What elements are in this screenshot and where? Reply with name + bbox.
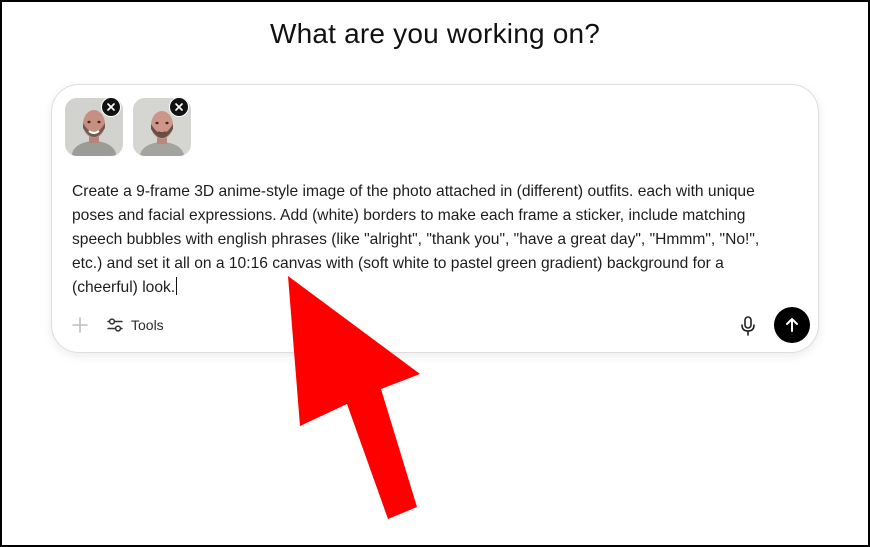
text-caret — [176, 277, 178, 295]
microphone-icon — [741, 316, 755, 336]
app-window: What are you working on? Create a 9-fram… — [2, 2, 868, 545]
add-attachment-button[interactable] — [68, 313, 92, 337]
tools-button[interactable]: Tools — [107, 313, 164, 337]
prompt-text: Create a 9-frame 3D anime-style image of… — [72, 183, 760, 296]
close-icon — [107, 103, 115, 111]
remove-attachment-2-button[interactable] — [169, 97, 189, 117]
voice-input-button[interactable] — [738, 315, 758, 337]
remove-attachment-1-button[interactable] — [101, 97, 121, 117]
prompt-input[interactable]: Create a 9-frame 3D anime-style image of… — [72, 180, 802, 300]
tools-label: Tools — [131, 317, 164, 333]
plus-icon — [72, 317, 88, 333]
close-icon — [175, 103, 183, 111]
sliders-icon — [107, 318, 123, 332]
prompt-composer[interactable]: Create a 9-frame 3D anime-style image of… — [51, 84, 819, 353]
arrow-up-icon — [786, 318, 798, 332]
send-button[interactable] — [774, 307, 810, 343]
page-title: What are you working on? — [269, 18, 601, 49]
